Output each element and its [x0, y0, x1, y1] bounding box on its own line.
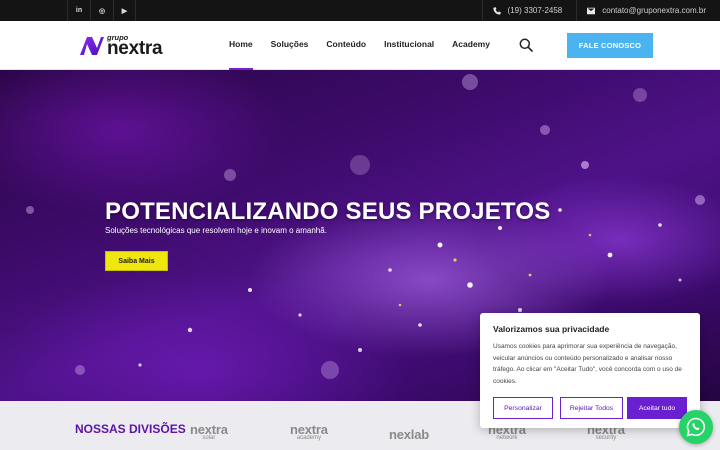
- nav-item-home[interactable]: Home: [220, 21, 262, 70]
- customize-cookies-button[interactable]: Personalizar: [493, 397, 553, 419]
- search-icon[interactable]: [519, 38, 533, 52]
- hero-title: POTENCIALIZANDO SEUS PROJETOS: [105, 198, 551, 225]
- cookie-title: Valorizamos sua privacidade: [493, 324, 610, 334]
- logo-brand-text: nextra: [107, 38, 163, 59]
- nav-item-conteudo[interactable]: Conteúdo: [317, 21, 375, 70]
- cookie-consent-banner: Valorizamos sua privacidade Usamos cooki…: [480, 313, 700, 428]
- nav-item-solucoes[interactable]: Soluções: [262, 21, 318, 70]
- phone-icon: [492, 6, 501, 15]
- email-address: contato@gruponextra.com.br: [602, 6, 706, 15]
- email-icon: [587, 7, 596, 14]
- nav-item-institucional[interactable]: Institucional: [375, 21, 443, 70]
- site-header: grupo nextra Home Soluções Conteúdo Inst…: [0, 21, 720, 70]
- instagram-icon[interactable]: ◎: [90, 0, 113, 21]
- email-link[interactable]: contato@gruponextra.com.br: [576, 0, 720, 21]
- top-bar: in ◎ ▶ (19) 3307-2458 contato@gruponextr…: [0, 0, 720, 21]
- youtube-icon[interactable]: ▶: [113, 0, 136, 21]
- division-logo-solar[interactable]: nextra solar: [190, 423, 228, 441]
- divisions-title: NOSSAS DIVISÕES: [75, 422, 186, 436]
- phone-number: (19) 3307-2458: [507, 6, 563, 15]
- division-logo-nexlab[interactable]: nexlab: [389, 428, 429, 441]
- site-logo[interactable]: grupo nextra: [80, 31, 190, 61]
- contact-button[interactable]: FALE CONOSCO: [567, 33, 653, 58]
- whatsapp-button[interactable]: [679, 410, 713, 444]
- linkedin-icon[interactable]: in: [67, 0, 90, 21]
- accept-cookies-button[interactable]: Aceitar tudo: [627, 397, 687, 419]
- reject-cookies-button[interactable]: Rejeitar Todos: [560, 397, 623, 419]
- main-nav: Home Soluções Conteúdo Institucional Aca…: [220, 21, 499, 70]
- contact-info: (19) 3307-2458 contato@gruponextra.com.b…: [481, 0, 720, 21]
- division-logo-academy[interactable]: nextra academy: [290, 423, 328, 441]
- logo-mark-icon: [80, 37, 104, 55]
- social-links: in ◎ ▶: [67, 0, 136, 21]
- nav-item-academy[interactable]: Academy: [443, 21, 499, 70]
- phone-link[interactable]: (19) 3307-2458: [481, 0, 577, 21]
- cookie-body: Usamos cookies para aprimorar sua experi…: [493, 343, 682, 385]
- learn-more-button[interactable]: Saiba Mais: [105, 251, 168, 271]
- hero-subtitle: Soluções tecnológicas que resolvem hoje …: [105, 226, 327, 235]
- whatsapp-icon: [686, 417, 706, 437]
